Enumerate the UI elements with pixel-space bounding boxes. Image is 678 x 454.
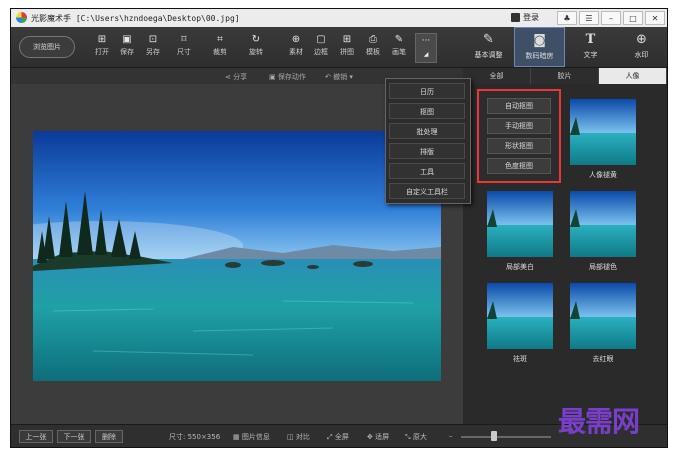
next-image-button[interactable]: 下一张 xyxy=(57,430,91,443)
cutout-submenu: 自动抠图 手动抠图 形状抠图 色度抠图 xyxy=(477,89,561,183)
save-action-button[interactable]: ▣ 保存动作 xyxy=(269,72,306,82)
save-as-button[interactable]: ⊡ 另存 xyxy=(140,33,166,57)
effect-category-tabs: 全部 胶片 人像 xyxy=(463,68,667,84)
puzzle-icon: ⊞ xyxy=(342,34,352,45)
login-button[interactable]: 登录 xyxy=(511,12,539,23)
effect-caption: 局部褪色 xyxy=(589,263,617,271)
menu-item-batch[interactable]: 批处理 xyxy=(389,123,465,139)
border-icon: ▢ xyxy=(316,34,326,45)
template-button[interactable]: ⎙ 模板 xyxy=(360,33,386,57)
maximize-button[interactable]: □ xyxy=(623,11,643,25)
crop-button[interactable]: ⌗ 裁剪 xyxy=(207,33,233,57)
template-icon: ⎙ xyxy=(369,34,377,45)
effect-thumb-local-whiten[interactable] xyxy=(487,191,553,257)
save-button[interactable]: ▣ 保存 xyxy=(114,33,140,57)
effect-caption: 祛斑 xyxy=(513,355,527,363)
zoom-slider-track[interactable] xyxy=(461,436,551,438)
open-button[interactable]: ⊞ 打开 xyxy=(89,33,115,57)
open-icon: ⊞ xyxy=(97,34,107,45)
compare-button[interactable]: ◫ 对比 xyxy=(287,432,310,442)
fit-screen-button[interactable]: ✥ 适屏 xyxy=(367,432,389,442)
fit-icon: ✥ xyxy=(367,433,376,441)
effect-thumb-spot-removal[interactable] xyxy=(487,283,553,349)
submenu-shape-cutout[interactable]: 形状抠图 xyxy=(487,138,551,154)
submenu-auto-cutout[interactable]: 自动抠图 xyxy=(487,98,551,114)
submenu-chroma-cutout[interactable]: 色度抠图 xyxy=(487,158,551,174)
watermark-icon: ⊕ xyxy=(636,32,647,47)
image-info-button[interactable]: ▦ 图片信息 xyxy=(233,432,270,442)
save-as-icon: ⊡ xyxy=(148,34,158,45)
site-watermark: 最需网 xyxy=(558,405,640,438)
more-tools-menu: 日历 抠图 批处理 排版 工具 自定义工具栏 xyxy=(385,78,471,204)
compare-icon: ◫ xyxy=(287,433,296,441)
effect-thumb-red-eye[interactable] xyxy=(570,283,636,349)
more-tools-button[interactable]: ··· ◢ xyxy=(415,33,437,63)
tab-all[interactable]: 全部 xyxy=(463,68,531,84)
title-bar: 光影魔术手 [C:\Users\hzndoega\Desktop\00.jpg]… xyxy=(11,9,667,27)
submenu-manual-cutout[interactable]: 手动抠图 xyxy=(487,118,551,134)
menu-button[interactable]: ☰ xyxy=(579,11,599,25)
save-icon: ▣ xyxy=(122,34,132,45)
prev-image-button[interactable]: 上一张 xyxy=(19,430,53,443)
tab-watermark[interactable]: ⊕ 水印 xyxy=(616,27,667,67)
effect-thumb-portrait-yellow[interactable] xyxy=(570,99,636,165)
login-label: 登录 xyxy=(523,13,539,22)
menu-item-cutout[interactable]: 抠图 xyxy=(389,103,465,119)
lake-photo xyxy=(33,131,441,381)
image-size-info: 尺寸: 550×356 xyxy=(169,433,221,441)
crop-icon: ⌗ xyxy=(217,34,223,45)
window-title: 光影魔术手 [C:\Users\hzndoega\Desktop\00.jpg] xyxy=(31,14,240,23)
resize-button[interactable]: ⌑ 尺寸 xyxy=(171,33,197,57)
brush-icon: ✎ xyxy=(394,34,404,45)
delete-image-button[interactable]: 删除 xyxy=(95,430,123,443)
zoom-slider-handle[interactable] xyxy=(491,431,497,441)
feature-tabs: ✎ 基本调整 ◙ 数码暗房 T 文字 ⊕ 水印 xyxy=(463,27,667,67)
main-toolbar: 浏览图片 ⊞ 打开 ▣ 保存 ⊡ 另存 ⌑ 尺寸 ⌗ 裁剪 ↻ 旋转 ⊕ 素材 ▢ 边框 ⊞ 拼图… xyxy=(11,27,667,68)
rotate-button[interactable]: ↻ 旋转 xyxy=(243,33,269,57)
puzzle-button[interactable]: ⊞ 拼图 xyxy=(334,33,360,57)
tab-text[interactable]: T 文字 xyxy=(565,27,616,67)
actual-size-icon: ⤡ xyxy=(405,433,413,441)
browse-images-button[interactable]: 浏览图片 xyxy=(19,36,75,58)
share-button[interactable]: ⋖ 分享 xyxy=(225,72,247,82)
effect-thumb-local-fade[interactable] xyxy=(570,191,636,257)
triangle-down-icon: ◢ xyxy=(423,51,429,58)
info-icon: ▦ xyxy=(233,433,242,441)
tab-basic-adjust[interactable]: ✎ 基本调整 xyxy=(463,27,514,67)
app-window: 光影魔术手 [C:\Users\hzndoega\Desktop\00.jpg]… xyxy=(10,8,668,448)
brush-button[interactable]: ✎ 画笔 xyxy=(386,33,412,57)
fullscreen-icon: ⤢ xyxy=(327,433,335,441)
fullscreen-button[interactable]: ⤢ 全屏 xyxy=(327,432,349,442)
menu-item-layout[interactable]: 排版 xyxy=(389,143,465,159)
menu-item-custom-toolbar[interactable]: 自定义工具栏 xyxy=(389,183,465,199)
rotate-icon: ↻ xyxy=(251,34,261,45)
adjust-icon: ✎ xyxy=(483,32,494,47)
main-photo xyxy=(33,131,441,381)
skin-button[interactable]: ♣ xyxy=(557,11,577,25)
material-button[interactable]: ⊕ 素材 xyxy=(283,33,309,57)
effect-caption: 局部美白 xyxy=(506,263,534,271)
tab-portrait[interactable]: 人像 xyxy=(599,68,667,84)
border-button[interactable]: ▢ 边框 xyxy=(308,33,334,57)
tab-digital-darkroom[interactable]: ◙ 数码暗房 xyxy=(514,27,565,67)
more-icon: ··· xyxy=(421,36,431,46)
minimize-button[interactable]: – xyxy=(601,11,621,25)
tab-film[interactable]: 胶片 xyxy=(531,68,599,84)
effect-caption: 去红眼 xyxy=(592,355,614,363)
close-button[interactable]: ✕ xyxy=(645,11,665,25)
undo-button[interactable]: ↶ 撤销 ▾ xyxy=(325,72,353,82)
resize-icon: ⌑ xyxy=(181,34,187,45)
zoom-out-icon[interactable]: – xyxy=(449,432,453,440)
text-icon: T xyxy=(585,32,596,47)
material-icon: ⊕ xyxy=(291,34,301,45)
menu-item-calendar[interactable]: 日历 xyxy=(389,83,465,99)
actual-size-button[interactable]: ⤡ 原大 xyxy=(405,432,427,442)
darkroom-icon: ◙ xyxy=(533,33,546,48)
menu-item-tools[interactable]: 工具 xyxy=(389,163,465,179)
effect-caption: 人像褪黄 xyxy=(589,171,617,179)
app-logo-icon xyxy=(16,12,27,23)
user-icon xyxy=(511,13,520,22)
